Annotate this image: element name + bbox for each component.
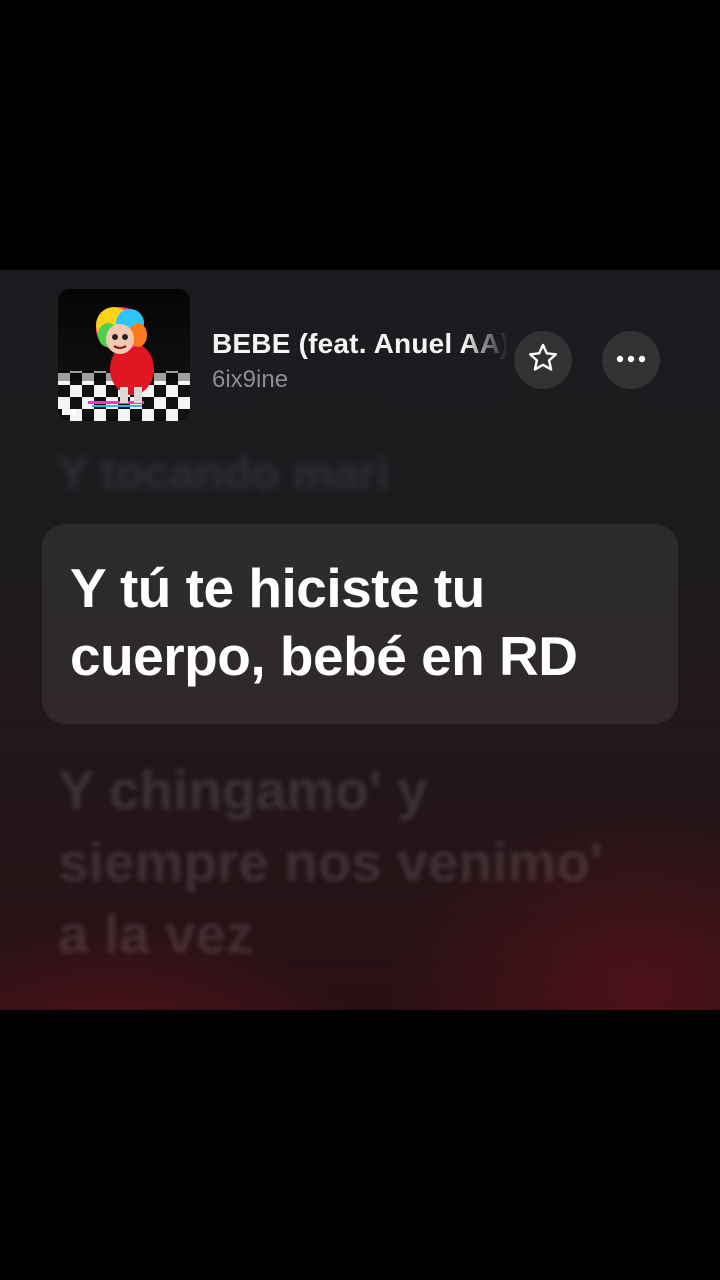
lyric-line-current: Y tú te hiciste tu cuerpo, bebé en RD — [70, 557, 578, 687]
ellipsis-icon — [614, 351, 648, 369]
lyric-line-current-card[interactable]: Y tú te hiciste tu cuerpo, bebé en RD — [42, 524, 678, 724]
star-outline-icon — [526, 341, 560, 380]
screen: BEBE (feat. Anuel AA) 6ix9ine Y tocando … — [0, 0, 720, 1280]
song-title[interactable]: BEBE (feat. Anuel AA) — [212, 328, 508, 360]
lyric-line-previous[interactable]: Y tocando mari — [58, 446, 389, 500]
lyric-next-line: siempre nos venimo' — [58, 831, 603, 893]
favorite-button[interactable] — [514, 331, 572, 389]
more-options-button[interactable] — [602, 331, 660, 389]
lyric-next-line: a la vez — [58, 903, 254, 965]
song-artist[interactable]: 6ix9ine — [212, 366, 288, 394]
lyric-line-next[interactable]: Y chingamo' y siempre nos venimo' a la v… — [58, 754, 678, 970]
album-artwork[interactable] — [58, 289, 190, 421]
album-art-illustration — [58, 289, 190, 421]
lyrics-player: BEBE (feat. Anuel AA) 6ix9ine Y tocando … — [0, 270, 720, 1010]
lyric-next-line: Y chingamo' y — [58, 759, 428, 821]
